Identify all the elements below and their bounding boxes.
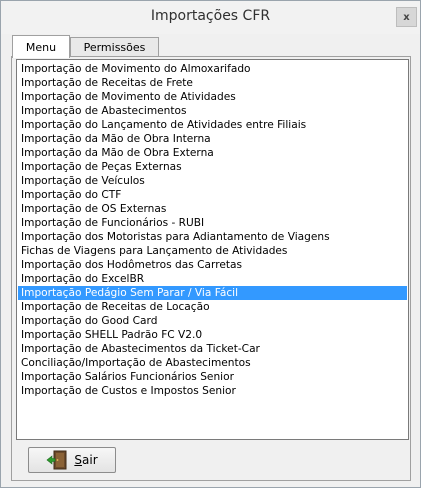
close-icon: x — [403, 11, 410, 23]
title-bar: Importações CFR x — [1, 1, 420, 34]
tab-panel-menu: Importação de Movimento do Almoxarifado I… — [11, 56, 411, 481]
exit-button-label: Sair — [74, 453, 98, 467]
tab-menu[interactable]: Menu — [12, 35, 70, 58]
import-options-list[interactable]: Importação de Movimento do Almoxarifado I… — [16, 59, 409, 440]
list-item[interactable]: Importação de Peças Externas — [18, 160, 407, 174]
list-item[interactable]: Importação de Abastecimentos — [18, 104, 407, 118]
list-item[interactable]: Importação da Mão de Obra Externa — [18, 146, 407, 160]
list-item[interactable]: Importação SHELL Padrão FC V2.0 — [18, 328, 407, 342]
main-window: Importações CFR x Menu Permissões Import… — [0, 0, 421, 488]
list-item[interactable]: Conciliação/Importação de Abastecimentos — [18, 356, 407, 370]
list-item[interactable]: Importação de Movimento do Almoxarifado — [18, 62, 407, 76]
list-item[interactable]: Importação de Receitas de Locação — [18, 300, 407, 314]
exit-door-icon — [46, 450, 67, 470]
list-item[interactable]: Importação do CTF — [18, 188, 407, 202]
list-item[interactable]: Importação do Good Card — [18, 314, 407, 328]
list-item[interactable]: Importação dos Motoristas para Adiantame… — [18, 230, 407, 244]
window-title: Importações CFR — [150, 8, 271, 24]
list-item[interactable]: Importação Pedágio Sem Parar / Via Fácil — [18, 286, 407, 300]
list-item[interactable]: Importação de Receitas de Frete — [18, 76, 407, 90]
list-item[interactable]: Importação dos Hodômetros das Carretas — [18, 258, 407, 272]
list-item[interactable]: Importação do ExcelBR — [18, 272, 407, 286]
list-item[interactable]: Importação de Movimento de Atividades — [18, 90, 407, 104]
list-item[interactable]: Importação de Funcionários - RUBI — [18, 216, 407, 230]
list-item[interactable]: Importação de OS Externas — [18, 202, 407, 216]
list-item[interactable]: Importação Salários Funcionários Senior — [18, 370, 407, 384]
list-item[interactable]: Importação de Custos e Impostos Senior — [18, 384, 407, 398]
close-button[interactable]: x — [396, 7, 417, 27]
list-item[interactable]: Importação do Lançamento de Atividades e… — [18, 118, 407, 132]
list-item[interactable]: Importação de Abastecimentos da Ticket-C… — [18, 342, 407, 356]
list-item[interactable]: Fichas de Viagens para Lançamento de Ati… — [18, 244, 407, 258]
tab-strip: Menu Permissões — [11, 35, 411, 58]
list-item[interactable]: Importação da Mão de Obra Interna — [18, 132, 407, 146]
list-item[interactable]: Importação de Veículos — [18, 174, 407, 188]
exit-button[interactable]: Sair — [28, 447, 116, 473]
tab-permissoes[interactable]: Permissões — [70, 37, 159, 57]
